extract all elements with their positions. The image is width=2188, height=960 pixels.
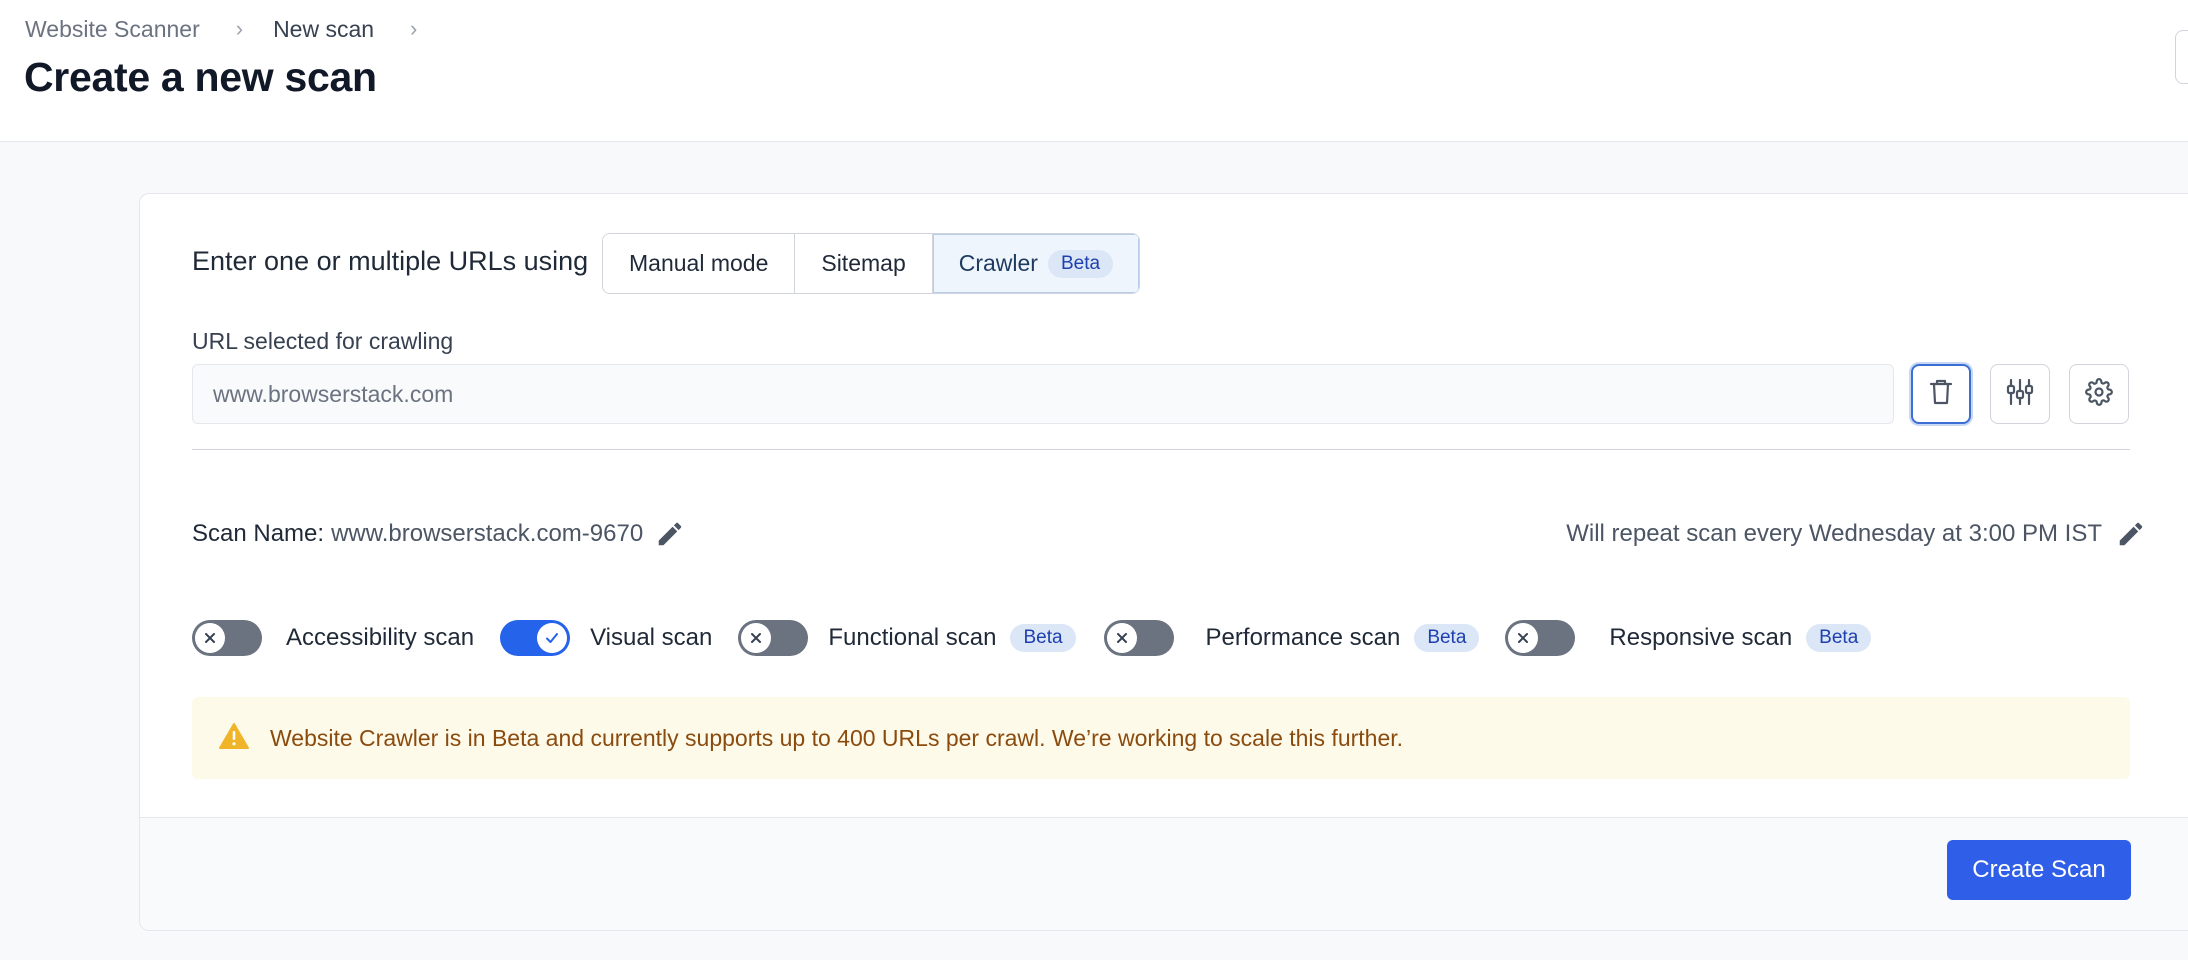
performance-scan-toggle[interactable] xyxy=(1103,620,1174,656)
scan-name-value: www.browserstack.com-9670 xyxy=(331,520,644,547)
breadcrumb: Website Scanner › New scan › xyxy=(25,14,447,44)
header-action-button[interactable] xyxy=(2175,30,2188,84)
scan-type-toggles: Accessibility scan Visual scan Functiona… xyxy=(192,618,1872,658)
toggle-off-x-icon xyxy=(1106,623,1137,653)
beta-badge: Beta xyxy=(1047,249,1114,278)
toggle-off-x-icon xyxy=(1508,623,1539,653)
scan-name-row: Scan Name: www.browserstack.com-9670 xyxy=(192,514,685,554)
sliders-icon xyxy=(2005,377,2035,412)
page-title: Create a new scan xyxy=(24,54,377,100)
section-divider xyxy=(192,449,2130,450)
breadcrumb-item-new-scan: New scan xyxy=(273,15,375,42)
accessibility-scan-label: Accessibility scan xyxy=(286,624,475,651)
toggle-off-x-icon xyxy=(195,623,225,653)
visual-scan-toggle[interactable] xyxy=(500,620,571,656)
edit-schedule-pencil-icon[interactable] xyxy=(2116,519,2146,549)
notice-text: Website Crawler is in Beta and currently… xyxy=(270,724,1404,751)
visual-scan-label: Visual scan xyxy=(590,624,713,651)
mode-sitemap-label: Sitemap xyxy=(821,250,906,276)
toggle-item-performance: Performance scan Beta xyxy=(1103,620,1480,656)
mode-manual-button[interactable]: Manual mode xyxy=(603,234,796,293)
mode-crawler-label: Crawler xyxy=(958,250,1038,276)
toggle-item-accessibility: Accessibility scan xyxy=(192,620,474,656)
breadcrumb-separator-icon: › xyxy=(410,16,418,41)
functional-scan-toggle[interactable] xyxy=(738,620,809,656)
filters-button[interactable] xyxy=(1990,364,2050,424)
functional-scan-label: Functional scan xyxy=(828,624,997,651)
url-field-label: URL selected for crawling xyxy=(192,328,454,354)
toggle-item-visual: Visual scan xyxy=(500,620,712,656)
schedule-row: Will repeat scan every Wednesday at 3:00… xyxy=(1566,514,2146,554)
new-scan-card: Enter one or multiple URLs using Manual … xyxy=(139,193,2188,931)
settings-button[interactable] xyxy=(2069,364,2129,424)
toggle-off-x-icon xyxy=(741,623,772,653)
warning-triangle-icon xyxy=(218,722,250,755)
beta-badge: Beta xyxy=(1414,624,1480,652)
edit-scan-name-pencil-icon[interactable] xyxy=(655,519,685,549)
trash-icon xyxy=(1928,378,1954,411)
url-mode-selector: Manual mode Sitemap Crawler Beta xyxy=(602,233,1141,294)
url-input[interactable] xyxy=(192,364,1894,424)
toggle-on-check-icon xyxy=(537,623,568,653)
breadcrumb-item-website-scanner[interactable]: Website Scanner xyxy=(25,16,200,43)
crawler-beta-notice: Website Crawler is in Beta and currently… xyxy=(192,697,2130,779)
mode-manual-label: Manual mode xyxy=(629,250,769,276)
breadcrumb-separator-icon: › xyxy=(235,16,244,41)
schedule-text: Will repeat scan every Wednesday at 3:00… xyxy=(1566,520,2102,547)
accessibility-scan-toggle[interactable] xyxy=(192,620,262,656)
mode-sitemap-button[interactable]: Sitemap xyxy=(795,234,933,293)
mode-crawler-button[interactable]: Crawler Beta xyxy=(932,234,1140,293)
create-scan-button[interactable]: Create Scan xyxy=(1947,840,2131,900)
gear-icon xyxy=(2085,377,2113,411)
beta-badge: Beta xyxy=(1806,624,1872,652)
mode-label: Enter one or multiple URLs using xyxy=(192,246,589,276)
beta-badge: Beta xyxy=(1010,624,1076,652)
responsive-scan-label: Responsive scan xyxy=(1609,624,1793,651)
responsive-scan-toggle[interactable] xyxy=(1505,620,1576,656)
toggle-item-functional: Functional scan Beta xyxy=(738,620,1076,656)
page-header: Website Scanner › New scan › Create a ne… xyxy=(0,0,2188,142)
performance-scan-label: Performance scan xyxy=(1205,624,1401,651)
toggle-item-responsive: Responsive scan Beta xyxy=(1505,620,1872,656)
delete-url-button[interactable] xyxy=(1911,364,1971,424)
scan-name-label: Scan Name: xyxy=(192,520,325,547)
card-footer: Create Scan xyxy=(140,817,2188,930)
